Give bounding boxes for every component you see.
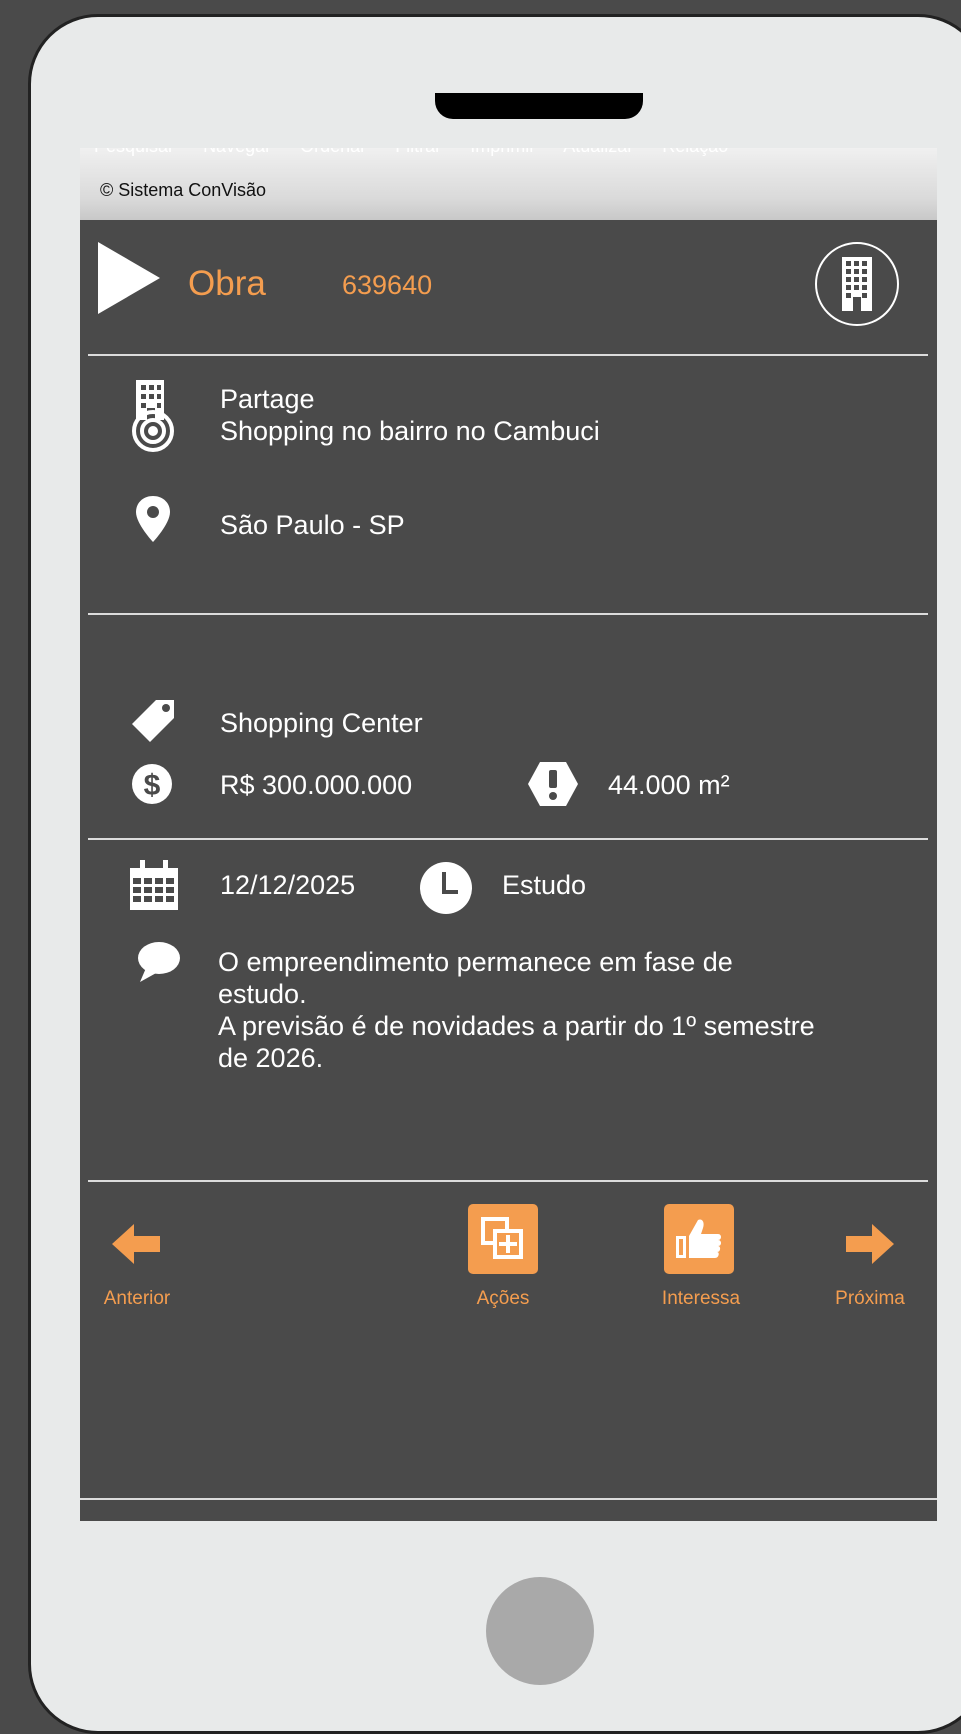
menu-item-ordenar[interactable]: Ordenar xyxy=(300,148,366,156)
clock-icon xyxy=(420,862,472,914)
area-warning-icon xyxy=(528,762,578,806)
menu-item-pesquisar[interactable]: Pesquisar xyxy=(94,148,174,156)
divider xyxy=(88,354,928,356)
thumbs-up-icon xyxy=(676,1219,721,1258)
divider xyxy=(88,1180,928,1182)
interest-button[interactable] xyxy=(664,1204,734,1274)
comment-bubble-icon xyxy=(138,942,180,982)
actions-icon xyxy=(481,1217,523,1259)
record-code: 639640 xyxy=(342,270,433,300)
menu-item-atualizar[interactable]: Atualizar xyxy=(563,148,633,156)
area-text: 44.000 m² xyxy=(608,770,730,800)
arrow-right-icon[interactable] xyxy=(846,1224,894,1264)
menu-item-imprimir[interactable]: Imprimir xyxy=(470,148,535,156)
comment-text: O empreendimento permanece em fase de es… xyxy=(218,946,818,1074)
phase-text: Estudo xyxy=(502,870,587,900)
location-pin-icon xyxy=(136,496,170,542)
calendar-icon xyxy=(130,860,178,910)
menu-item-relacao[interactable]: Relação xyxy=(662,148,728,156)
building-button[interactable] xyxy=(815,242,899,326)
menu-item-navegar[interactable]: Navegar xyxy=(203,148,271,156)
target-icon xyxy=(132,410,174,452)
phone-speaker xyxy=(435,93,643,119)
copyright-text: © Sistema ConVisão xyxy=(100,180,267,200)
expand-arrow-icon[interactable] xyxy=(98,242,160,314)
top-bar: Pesquisar Navegar Ordenar Filtrar Imprim… xyxy=(80,148,937,220)
home-button[interactable] xyxy=(486,1577,594,1685)
date-text: 12/12/2025 xyxy=(220,870,356,900)
actions-label[interactable]: Ações xyxy=(453,1288,553,1310)
next-label[interactable]: Próxima xyxy=(820,1288,920,1310)
page-title: Obra xyxy=(188,264,266,303)
tag-icon xyxy=(132,700,174,742)
category-text: Shopping Center xyxy=(220,708,423,738)
arrow-left-icon[interactable] xyxy=(112,1224,160,1264)
comment-line-1: O empreendimento permanece em fase de es… xyxy=(218,947,733,1009)
app-screen: Pesquisar Navegar Ordenar Filtrar Imprim… xyxy=(80,148,937,1521)
menu-item-filtrar[interactable]: Filtrar xyxy=(395,148,441,156)
bottom-navigation xyxy=(80,1498,937,1521)
building-icon xyxy=(842,257,872,311)
location-text: São Paulo - SP xyxy=(220,510,405,540)
comment-line-2: A previsão é de novidades a partir do 1º… xyxy=(218,1011,815,1073)
divider xyxy=(88,613,928,615)
top-menu: Pesquisar Navegar Ordenar Filtrar Imprim… xyxy=(94,148,934,160)
company-name: Partage xyxy=(220,384,315,414)
dollar-icon: $ xyxy=(132,764,172,804)
actions-button[interactable] xyxy=(468,1204,538,1274)
value-text: R$ 300.000.000 xyxy=(220,770,413,800)
previous-label[interactable]: Anterior xyxy=(92,1288,182,1310)
divider xyxy=(88,838,928,840)
interest-label[interactable]: Interessa xyxy=(646,1288,756,1310)
project-name: Shopping no bairro no Cambuci xyxy=(220,416,600,446)
svg-text:$: $ xyxy=(144,769,161,802)
